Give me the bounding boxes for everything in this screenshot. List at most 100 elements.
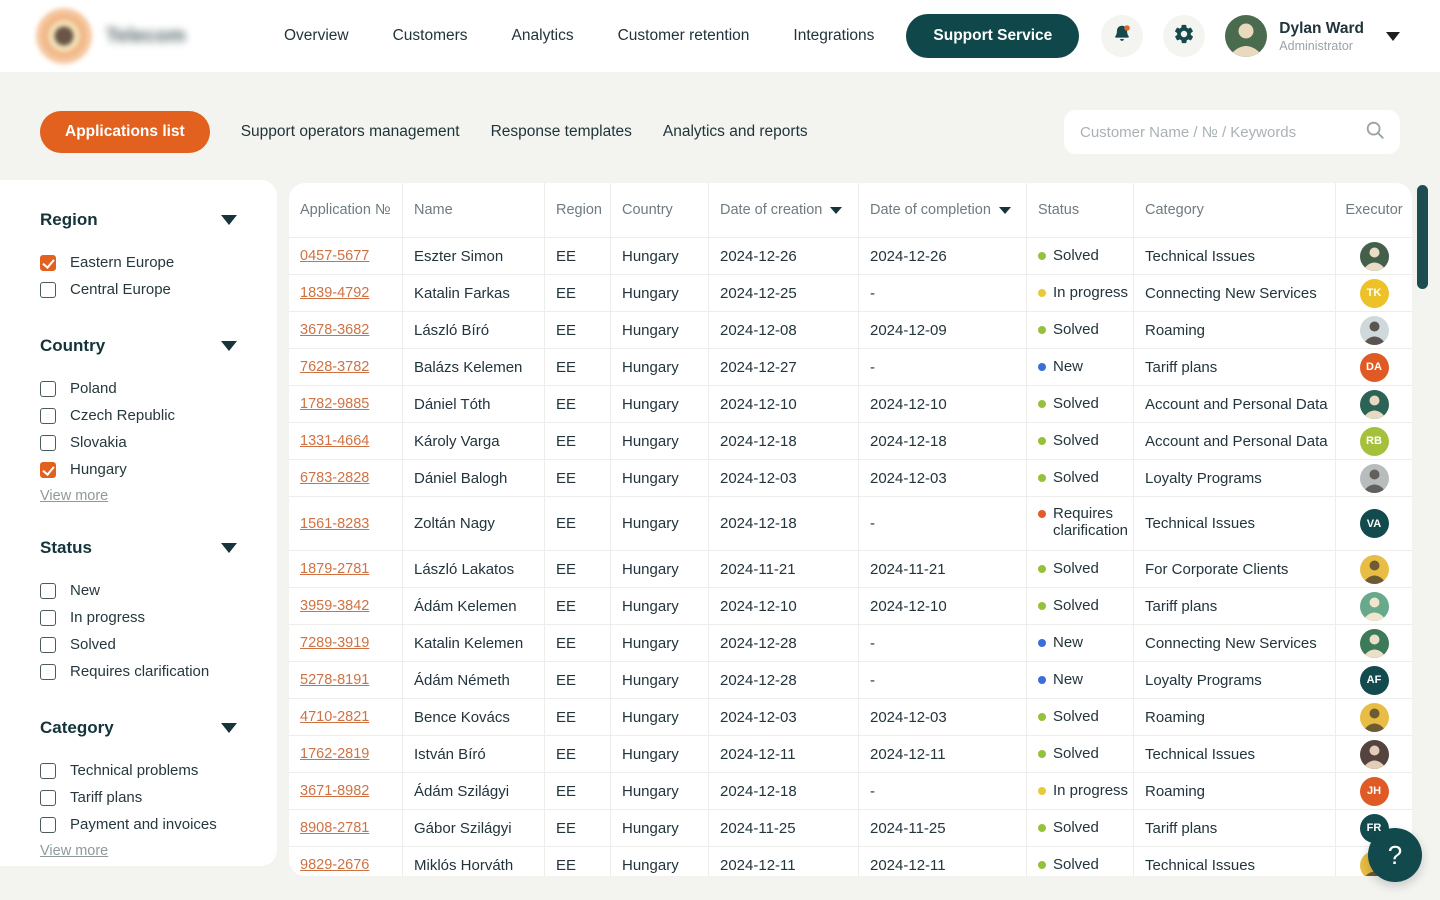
tab-response-templates[interactable]: Response templates: [491, 111, 632, 153]
region-cell: EE: [545, 349, 611, 385]
user-menu[interactable]: Dylan Ward Administrator: [1225, 15, 1400, 57]
application-number-link[interactable]: 3678-3682: [300, 322, 369, 338]
executor-avatar[interactable]: [1360, 242, 1389, 271]
application-number-link[interactable]: 1762-2819: [300, 746, 369, 762]
checkbox-technical-problems[interactable]: [40, 763, 56, 779]
date-of-completion-cell: -: [859, 275, 1027, 311]
table-scrollbar-thumb[interactable]: [1417, 185, 1428, 289]
executor-avatar[interactable]: [1360, 555, 1389, 584]
application-number-link[interactable]: 6783-2828: [300, 470, 369, 486]
country-cell: Hungary: [611, 497, 709, 550]
status-cell: Solved: [1027, 588, 1134, 624]
checkbox-czech-republic[interactable]: [40, 408, 56, 424]
executor-avatar[interactable]: [1360, 464, 1389, 493]
executor-avatar[interactable]: [1360, 390, 1389, 419]
executor-avatar[interactable]: [1360, 740, 1389, 769]
checkbox-solved[interactable]: [40, 637, 56, 653]
executor-avatar[interactable]: VA: [1360, 509, 1389, 538]
chevron-down-icon[interactable]: [221, 341, 237, 351]
filter-group-region: RegionEastern EuropeCentral Europe: [40, 210, 237, 303]
filter-option: Eastern Europe: [40, 249, 237, 276]
executor-avatar[interactable]: [1360, 592, 1389, 621]
name-cell: Károly Varga: [403, 423, 545, 459]
filter-group-header[interactable]: Country: [40, 336, 237, 356]
checkbox-requires-clarification[interactable]: [40, 664, 56, 680]
chevron-down-icon[interactable]: [221, 215, 237, 225]
executor-avatar[interactable]: [1360, 316, 1389, 345]
application-number-link[interactable]: 4710-2821: [300, 709, 369, 725]
column-header-label: Application №: [300, 202, 391, 218]
region-cell: EE: [545, 460, 611, 496]
tab-applications-list[interactable]: Applications list: [40, 111, 210, 153]
search-icon[interactable]: [1364, 119, 1386, 146]
country-cell: Hungary: [611, 386, 709, 422]
checkbox-tariff-plans[interactable]: [40, 790, 56, 806]
nav-item-overview[interactable]: Overview: [284, 27, 349, 45]
region-cell: EE: [545, 588, 611, 624]
executor-avatar[interactable]: [1360, 629, 1389, 658]
country-cell: Hungary: [611, 275, 709, 311]
sort-descending-icon[interactable]: [999, 207, 1011, 214]
executor-avatar[interactable]: AF: [1360, 666, 1389, 695]
checkbox-in-progress[interactable]: [40, 610, 56, 626]
checkbox-payment-and-invoices[interactable]: [40, 817, 56, 833]
date-of-creation-cell: 2024-12-25: [709, 275, 859, 311]
checkbox-eastern-europe[interactable]: [40, 255, 56, 271]
nav-item-integrations[interactable]: Integrations: [793, 27, 874, 45]
filter-group-header[interactable]: Status: [40, 538, 237, 558]
executor-avatar[interactable]: TK: [1360, 279, 1389, 308]
executor-avatar[interactable]: DA: [1360, 353, 1389, 382]
application-number-link[interactable]: 7289-3919: [300, 635, 369, 651]
tab-analytics-and-reports[interactable]: Analytics and reports: [663, 111, 808, 153]
executor-cell: [1336, 736, 1412, 772]
status-dot-icon: [1038, 289, 1046, 297]
application-number-link[interactable]: 7628-3782: [300, 359, 369, 375]
table-row: 1762-2819István BíróEEHungary2024-12-112…: [289, 736, 1412, 773]
nav-item-customer-retention[interactable]: Customer retention: [618, 27, 750, 45]
status-label: Solved: [1053, 560, 1099, 577]
checkbox-new[interactable]: [40, 583, 56, 599]
nav-item-customers[interactable]: Customers: [393, 27, 468, 45]
help-button[interactable]: ?: [1368, 828, 1422, 882]
search-input[interactable]: [1080, 124, 1364, 141]
checkbox-slovakia[interactable]: [40, 435, 56, 451]
application-number-link[interactable]: 0457-5677: [300, 248, 369, 264]
chevron-down-icon[interactable]: [221, 723, 237, 733]
application-number-link[interactable]: 1331-4664: [300, 433, 369, 449]
column-header-date-of-completion[interactable]: Date of completion: [859, 183, 1027, 237]
checkbox-central-europe[interactable]: [40, 282, 56, 298]
nav-item-analytics[interactable]: Analytics: [512, 27, 574, 45]
application-number-link[interactable]: 1879-2781: [300, 561, 369, 577]
application-number-link[interactable]: 9829-2676: [300, 857, 369, 873]
executor-avatar[interactable]: JH: [1360, 777, 1389, 806]
settings-button[interactable]: [1163, 15, 1205, 57]
table-row: 3678-3682László BíróEEHungary2024-12-082…: [289, 312, 1412, 349]
application-number-link[interactable]: 3959-3842: [300, 598, 369, 614]
column-header-date-of-creation[interactable]: Date of creation: [709, 183, 859, 237]
topbar-actions: Dylan Ward Administrator: [1101, 15, 1400, 57]
chevron-down-icon[interactable]: [221, 543, 237, 553]
application-number-link[interactable]: 1561-8283: [300, 516, 369, 532]
tab-support-operators-management[interactable]: Support operators management: [241, 111, 460, 153]
filter-group-header[interactable]: Region: [40, 210, 237, 230]
chevron-down-icon[interactable]: [1386, 32, 1400, 41]
column-header-region: Region: [545, 183, 611, 237]
checkbox-hungary[interactable]: [40, 462, 56, 478]
checkbox-poland[interactable]: [40, 381, 56, 397]
filter-group-header[interactable]: Category: [40, 718, 237, 738]
application-number-link[interactable]: 5278-8191: [300, 672, 369, 688]
view-more-link[interactable]: View more: [40, 488, 108, 504]
executor-avatar[interactable]: RB: [1360, 427, 1389, 456]
executor-avatar[interactable]: [1360, 703, 1389, 732]
column-header-label: Name: [414, 202, 453, 218]
main-nav: Overview Customers Analytics Customer reten…: [284, 27, 874, 45]
sort-descending-icon[interactable]: [830, 207, 842, 214]
notifications-button[interactable]: [1101, 15, 1143, 57]
application-number-link[interactable]: 1839-4792: [300, 285, 369, 301]
user-role: Administrator: [1279, 39, 1364, 53]
view-more-link[interactable]: View more: [40, 843, 108, 859]
application-number-link[interactable]: 3671-8982: [300, 783, 369, 799]
application-number-link[interactable]: 8908-2781: [300, 820, 369, 836]
support-service-button[interactable]: Support Service: [906, 14, 1079, 58]
application-number-link[interactable]: 1782-9885: [300, 396, 369, 412]
